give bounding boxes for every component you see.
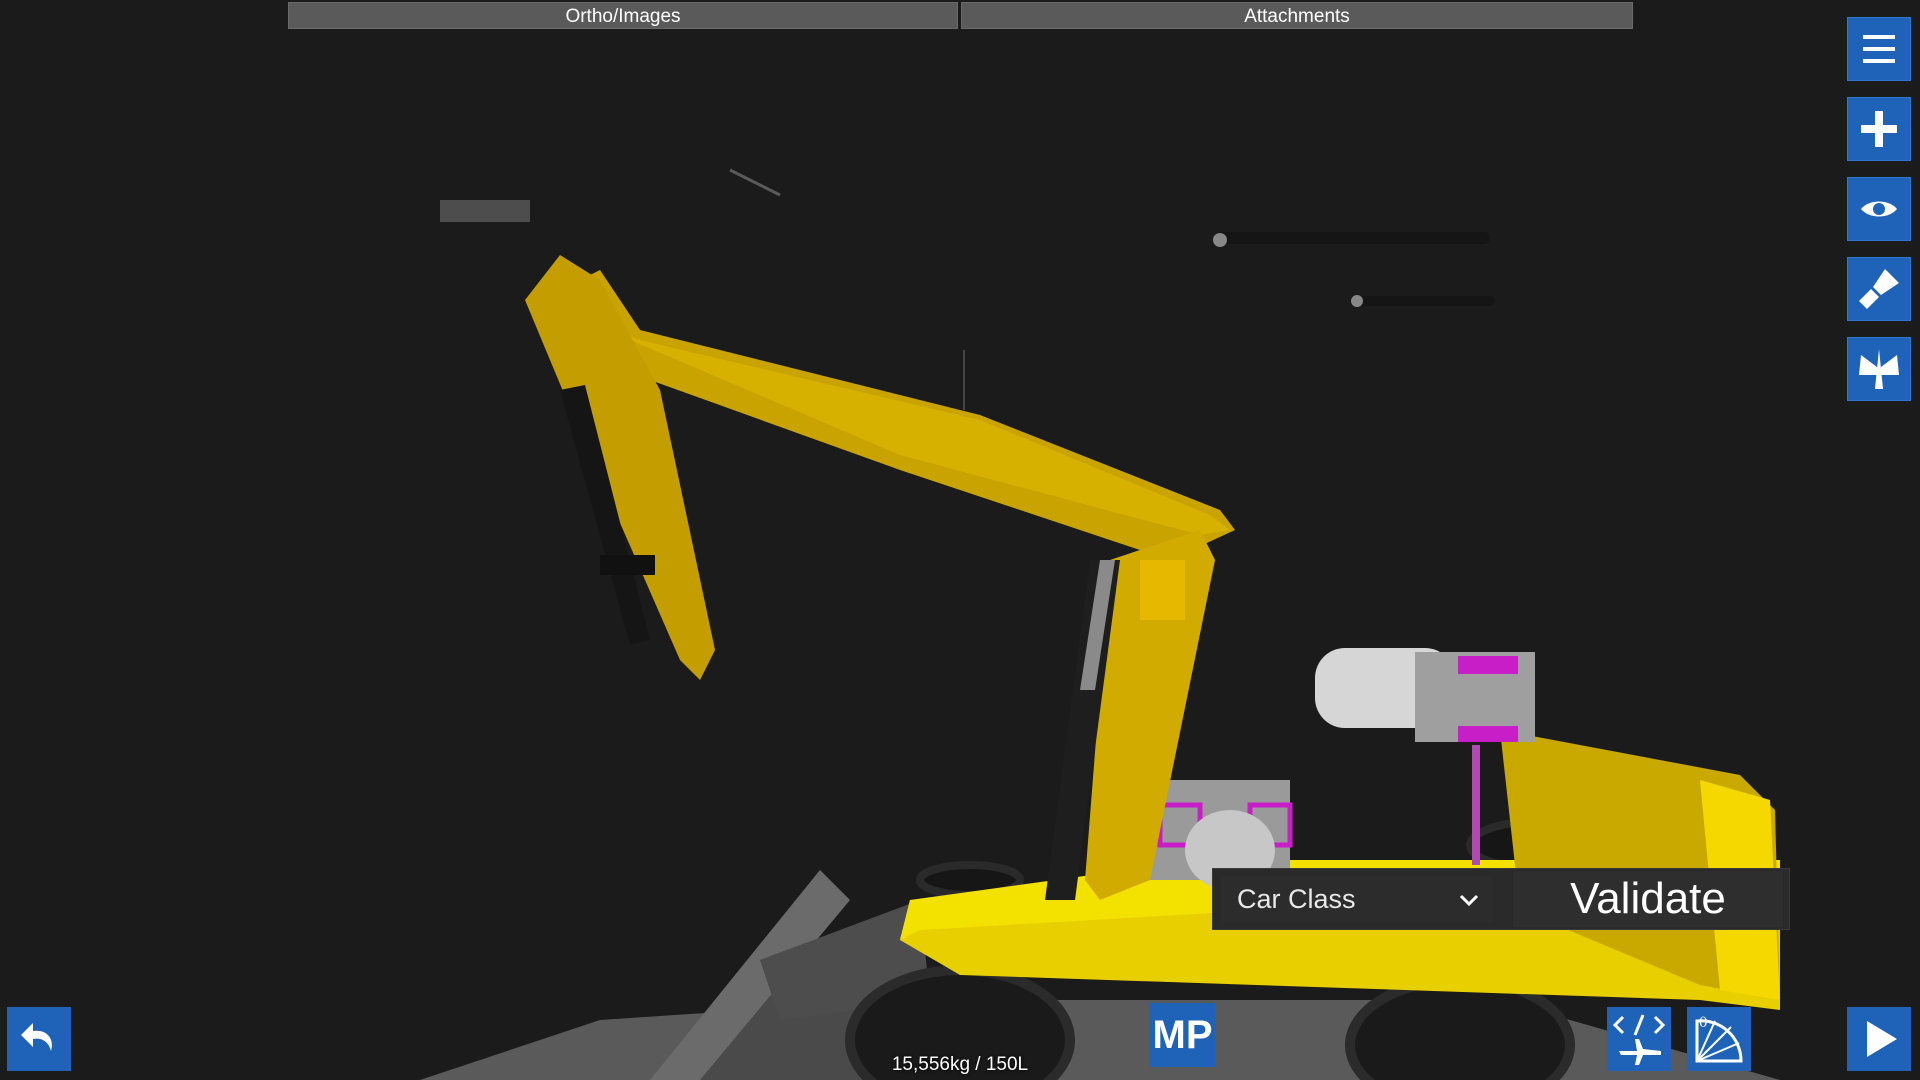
add-part-button[interactable] xyxy=(1847,97,1911,161)
undo-button[interactable] xyxy=(7,1007,71,1071)
undo-icon xyxy=(21,1023,52,1051)
ground-platform xyxy=(420,1000,1780,1080)
paint-button[interactable] xyxy=(1847,257,1911,321)
mass-fuel-readout: 15,556kg / 150L xyxy=(891,1054,1029,1075)
boom-cylinder-plate xyxy=(1140,560,1185,620)
floating-wire xyxy=(729,168,781,197)
wing-icon xyxy=(1859,349,1899,389)
paint-brush-icon xyxy=(1859,269,1899,309)
menu-button[interactable] xyxy=(1847,17,1911,81)
menu-icon xyxy=(1863,35,1895,63)
symmetry-button[interactable] xyxy=(1847,337,1911,401)
code-plane-icon xyxy=(1612,1014,1666,1065)
stick-bracket xyxy=(600,555,655,575)
view-button[interactable] xyxy=(1847,177,1911,241)
validate-button[interactable]: Validate xyxy=(1513,871,1783,927)
angle-gauge-icon: θ xyxy=(1695,1015,1743,1063)
designer-viewport[interactable]: Ortho/Images Attachments Car Class Valid… xyxy=(0,0,1920,1080)
car-class-selected: Car Class xyxy=(1237,884,1356,914)
piston-cap-upper xyxy=(1213,233,1227,247)
jet-engine-shaft xyxy=(1472,745,1480,865)
tab-ortho-images[interactable]: Ortho/Images xyxy=(288,2,958,29)
piston-cap-lower xyxy=(1351,295,1363,307)
tab-attachments[interactable]: Attachments xyxy=(961,2,1633,29)
play-icon xyxy=(1867,1021,1897,1057)
wheel-rear-left xyxy=(1345,975,1575,1080)
plus-icon xyxy=(1861,111,1897,147)
xml-edit-button[interactable] xyxy=(1607,1007,1671,1071)
validate-panel: Car Class Validate xyxy=(1212,868,1790,930)
svg-text:θ: θ xyxy=(1699,1015,1707,1031)
stick-arm xyxy=(525,255,715,680)
eye-icon xyxy=(1861,201,1897,217)
play-button[interactable] xyxy=(1847,1007,1911,1071)
floating-piston-lower xyxy=(1350,296,1495,306)
jet-engine-rings-bottom xyxy=(1458,726,1518,742)
car-class-dropdown[interactable]: Car Class xyxy=(1221,876,1493,922)
tuning-button[interactable]: θ xyxy=(1687,1007,1751,1071)
floating-piston-upper xyxy=(1215,232,1490,244)
floating-bracket xyxy=(440,200,530,222)
mp-button[interactable]: MP xyxy=(1150,1003,1215,1067)
chevron-down-icon xyxy=(1459,894,1479,907)
jet-engine-rings-top xyxy=(1458,656,1518,674)
